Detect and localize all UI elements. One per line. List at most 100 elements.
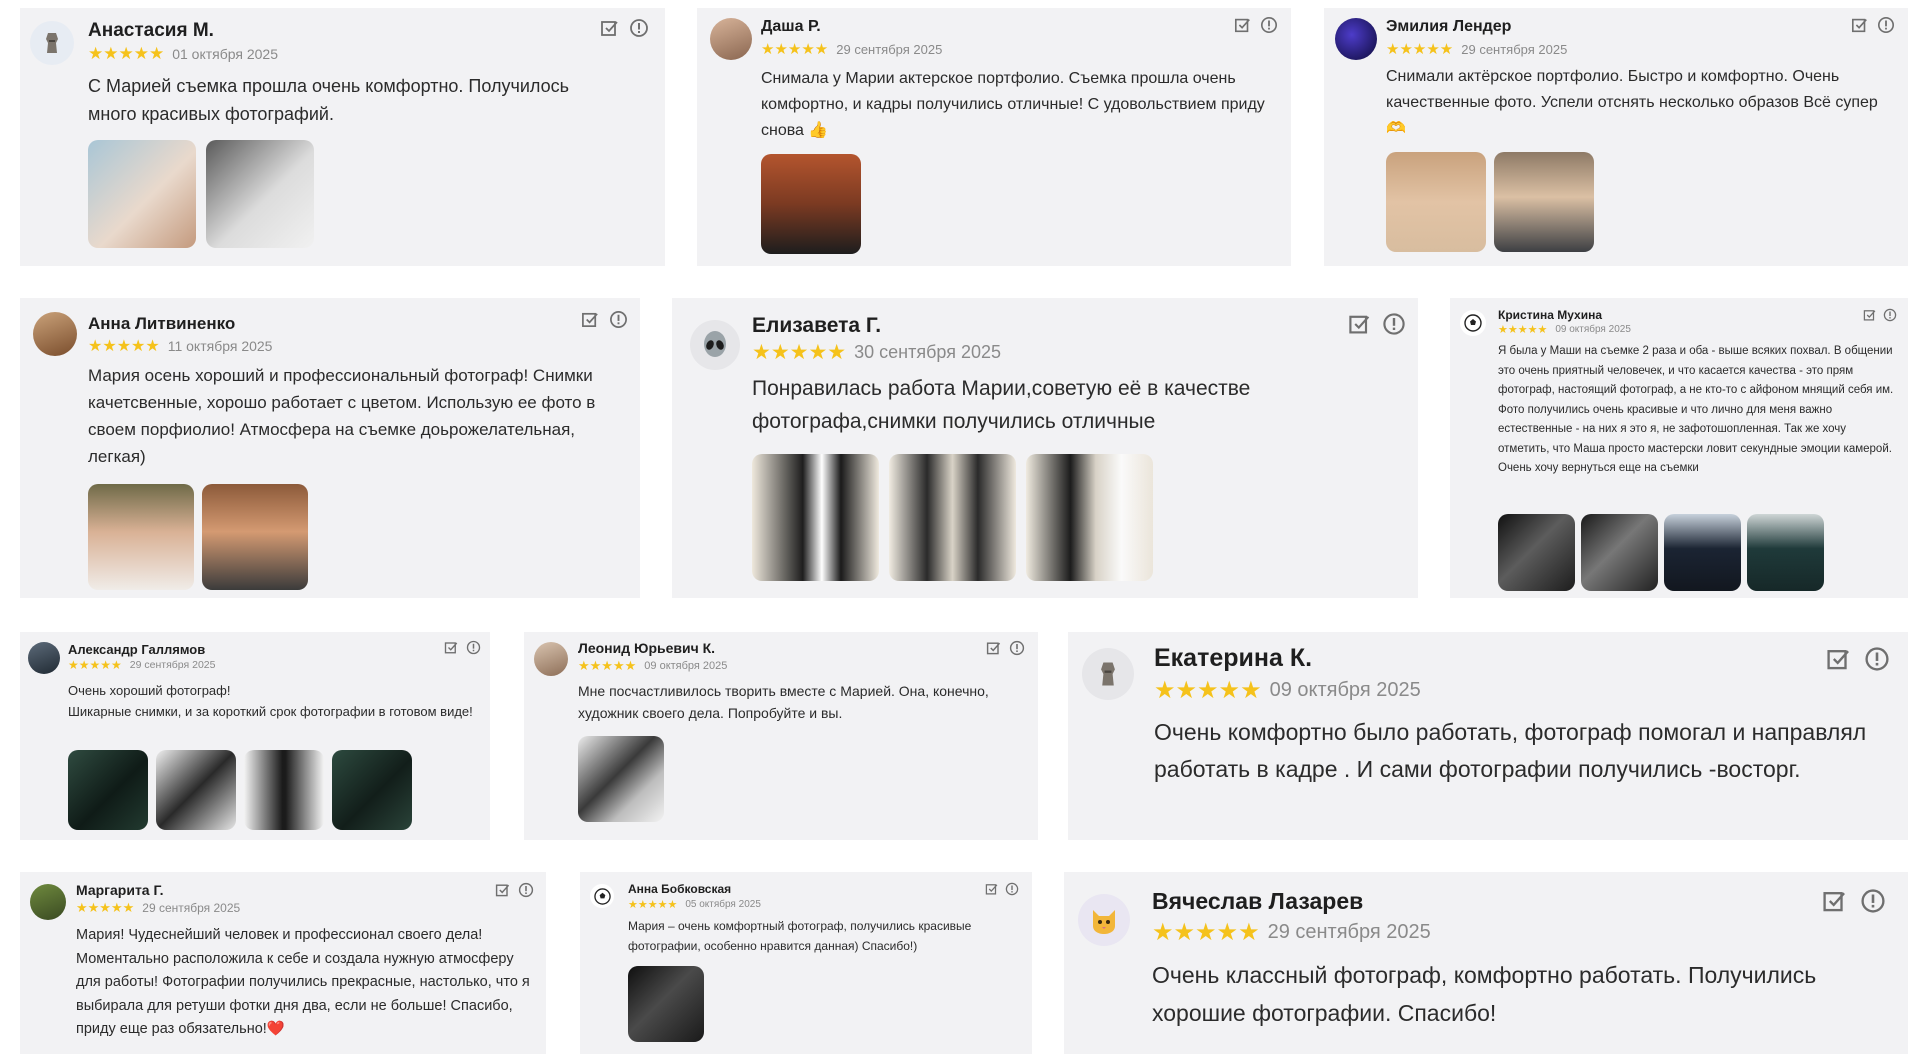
review-photo[interactable] xyxy=(889,454,1016,581)
review-card: Анастасия М. ★★★★★ 01 октября 2025 С Мар… xyxy=(20,8,665,266)
review-card: Эмилия Лендер ★★★★★ 29 сентября 2025 Сни… xyxy=(1324,8,1908,266)
review-date: 29 сентября 2025 xyxy=(836,41,943,57)
check-box-icon[interactable] xyxy=(600,18,620,38)
report-icon[interactable] xyxy=(1883,308,1897,322)
reviewer-name: Даша Р. xyxy=(761,18,821,35)
review-photo[interactable] xyxy=(202,484,308,590)
check-box-icon[interactable] xyxy=(1234,16,1252,34)
soccer-ball-icon xyxy=(593,887,611,905)
review-actions xyxy=(1348,312,1406,336)
reviewer-name: Анастасия М. xyxy=(88,20,214,41)
review-photos xyxy=(88,140,314,248)
report-icon[interactable] xyxy=(629,18,649,38)
report-icon[interactable] xyxy=(609,310,628,329)
report-icon[interactable] xyxy=(1009,640,1025,656)
reviewer-name: Маргарита Г. xyxy=(76,882,164,898)
avatar xyxy=(1335,18,1377,60)
check-box-icon[interactable] xyxy=(985,882,999,896)
review-photo[interactable] xyxy=(206,140,314,248)
review-photo[interactable] xyxy=(628,966,704,1042)
reviewer-name: Анна Литвиненко xyxy=(88,314,236,333)
check-box-icon[interactable] xyxy=(581,310,600,329)
review-photo[interactable] xyxy=(1386,152,1486,252)
review-card: Екатерина К. ★★★★★ 09 октября 2025 Очень… xyxy=(1068,632,1908,840)
review-photo[interactable] xyxy=(244,750,324,830)
review-photo[interactable] xyxy=(1026,454,1153,581)
moai-icon xyxy=(1101,662,1115,686)
review-photos xyxy=(1386,152,1594,252)
rating-and-date: ★★★★★ 05 октября 2025 xyxy=(628,898,761,911)
review-text: Снимали актёрское портфолио. Быстро и ко… xyxy=(1386,68,1878,137)
review-photo[interactable] xyxy=(1581,514,1658,591)
avatar xyxy=(28,642,60,674)
check-box-icon[interactable] xyxy=(1822,888,1848,914)
report-icon[interactable] xyxy=(1860,888,1886,914)
review-photo[interactable] xyxy=(578,736,664,822)
avatar xyxy=(1078,894,1130,946)
rating-and-date: ★★★★★ 29 сентября 2025 xyxy=(68,658,215,672)
rating-and-date: ★★★★★ 01 октября 2025 xyxy=(88,44,278,64)
review-text: Понравилась работа Марии,советую её в ка… xyxy=(752,377,1251,433)
review-photos xyxy=(578,736,664,822)
review-photo[interactable] xyxy=(156,750,236,830)
report-icon[interactable] xyxy=(1382,312,1406,336)
avatar xyxy=(1082,648,1134,700)
check-box-icon[interactable] xyxy=(444,640,459,655)
review-photo[interactable] xyxy=(68,750,148,830)
check-box-icon[interactable] xyxy=(1348,312,1372,336)
review-photo[interactable] xyxy=(1747,514,1824,591)
report-icon[interactable] xyxy=(518,882,534,898)
avatar xyxy=(690,320,740,370)
check-box-icon[interactable] xyxy=(986,640,1002,656)
review-date: 09 октября 2025 xyxy=(1555,324,1631,335)
rating-and-date: ★★★★★ 29 сентября 2025 xyxy=(1386,40,1567,58)
alien-icon xyxy=(704,331,726,357)
review-date: 30 сентября 2025 xyxy=(854,342,1002,362)
review-date: 11 октября 2025 xyxy=(167,338,273,354)
review-card: Александр Галлямов ★★★★★ 29 сентября 202… xyxy=(20,632,490,840)
rating-and-date: ★★★★★ 09 октября 2025 xyxy=(578,658,727,674)
review-text: С Марией съемка прошла очень комфортно. … xyxy=(88,76,569,124)
report-icon[interactable] xyxy=(466,640,481,655)
review-card: Елизавета Г. ★★★★★ 30 сентября 2025 Понр… xyxy=(672,298,1418,598)
review-text: Очень хороший фотограф! Шикарные снимки,… xyxy=(68,683,473,719)
check-box-icon[interactable] xyxy=(495,882,511,898)
review-photo[interactable] xyxy=(332,750,412,830)
review-photo[interactable] xyxy=(1664,514,1741,591)
review-photo[interactable] xyxy=(1494,152,1594,252)
review-text: Мария! Чудеснейший человек и профессиона… xyxy=(76,927,530,1037)
review-photo[interactable] xyxy=(88,140,196,248)
review-date: 29 сентября 2025 xyxy=(1267,921,1431,943)
report-icon[interactable] xyxy=(1877,16,1895,34)
review-date: 09 октября 2025 xyxy=(644,660,728,672)
rating-stars: ★★★★★ xyxy=(1386,41,1454,58)
report-icon[interactable] xyxy=(1864,646,1890,672)
review-actions xyxy=(1822,888,1886,914)
rating-and-date: ★★★★★ 09 октября 2025 xyxy=(1154,676,1421,705)
reviewer-name: Александр Галлямов xyxy=(68,642,206,657)
review-photos xyxy=(1498,514,1824,591)
review-photo[interactable] xyxy=(88,484,194,590)
avatar xyxy=(30,21,74,65)
review-photo[interactable] xyxy=(1498,514,1575,591)
reviewer-name: Эмилия Лендер xyxy=(1386,18,1512,35)
review-date: 05 октября 2025 xyxy=(685,899,761,910)
review-date: 29 сентября 2025 xyxy=(142,901,241,915)
rating-and-date: ★★★★★ 29 сентября 2025 xyxy=(761,40,942,58)
report-icon[interactable] xyxy=(1260,16,1278,34)
rating-stars: ★★★★★ xyxy=(628,899,678,911)
review-actions xyxy=(581,310,628,329)
check-box-icon[interactable] xyxy=(1851,16,1869,34)
review-date: 29 сентября 2025 xyxy=(1461,41,1568,57)
check-box-icon[interactable] xyxy=(1863,308,1877,322)
rating-stars: ★★★★★ xyxy=(68,658,122,672)
rating-stars: ★★★★★ xyxy=(88,44,165,63)
check-box-icon[interactable] xyxy=(1826,646,1852,672)
review-photo[interactable] xyxy=(752,454,879,581)
reviewer-name: Анна Бобковская xyxy=(628,882,732,896)
review-photos xyxy=(628,966,704,1042)
review-card: Анна Литвиненко ★★★★★ 11 октября 2025 Ма… xyxy=(20,298,640,598)
report-icon[interactable] xyxy=(1005,882,1019,896)
review-actions xyxy=(1826,646,1890,672)
review-photo[interactable] xyxy=(761,154,861,254)
